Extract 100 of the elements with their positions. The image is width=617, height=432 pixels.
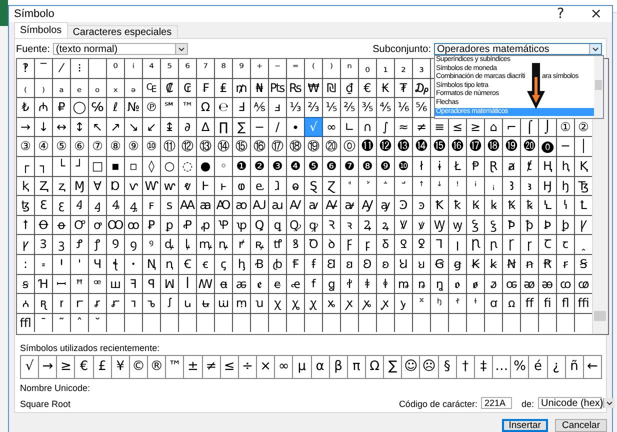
symbol-cell[interactable]: Ɐ	[89, 176, 106, 196]
symbol-cell[interactable]: ∟	[341, 118, 358, 136]
symbol-cell[interactable]: ﬃ	[575, 294, 592, 313]
symbol-cell[interactable]: ▫	[125, 156, 142, 176]
symbol-cell[interactable]: ꭀ	[503, 274, 520, 294]
symbol-cell[interactable]: Ꝥ	[503, 216, 520, 234]
symbol-cell[interactable]: ⅍	[251, 98, 268, 117]
symbol-cell[interactable]: ɨ	[431, 156, 448, 176]
symbol-cell[interactable]: ≠	[413, 118, 430, 136]
symbol-cell[interactable]: ❺	[305, 156, 322, 176]
recent-symbol-cell[interactable]: ∑	[384, 355, 402, 379]
symbol-cell[interactable]: ⓿	[539, 137, 556, 156]
symbol-cell[interactable]: ₁	[377, 59, 394, 78]
symbol-cell[interactable]: ꬴ	[287, 274, 304, 294]
symbol-cell[interactable]: ꬷ	[341, 274, 358, 294]
symbol-cell[interactable]: ꜳ	[197, 196, 214, 215]
symbol-cell[interactable]: ⱶ	[215, 176, 232, 196]
symbol-cell[interactable]: Ꝍ	[71, 216, 88, 234]
dropdown-caret-icon[interactable]	[174, 44, 187, 54]
symbol-cell[interactable]: ❼	[341, 156, 358, 176]
symbol-cell[interactable]: Ꝿ	[395, 235, 412, 254]
symbol-cell[interactable]: ꭋ	[125, 294, 142, 313]
symbol-cell[interactable]: ꞉	[17, 254, 34, 274]
symbol-cell[interactable]: ⓬	[377, 137, 394, 156]
symbol-cell[interactable]: Ᵽ	[467, 156, 484, 176]
recent-symbol-cell[interactable]: α	[312, 355, 330, 379]
recent-symbol-cell[interactable]: ←	[584, 355, 602, 379]
symbol-cell[interactable]: ∙	[287, 118, 304, 136]
symbol-cell[interactable]: ₃	[413, 59, 430, 78]
symbol-cell[interactable]: ⁷	[197, 59, 214, 78]
symbol-cell[interactable]: ꝛ	[341, 216, 358, 234]
symbol-cell[interactable]: ₥	[233, 78, 250, 98]
symbol-cell[interactable]: ꝁ	[449, 196, 466, 215]
symbol-cell[interactable]: Ꝫ	[35, 235, 52, 254]
symbol-cell[interactable]: ⁽	[305, 59, 322, 78]
symbol-cell[interactable]: ⑯	[251, 137, 268, 156]
symbol-cell[interactable]: Ꝉ	[575, 196, 592, 215]
symbol-cell[interactable]: Ꝟ	[395, 216, 412, 234]
symbol-cell[interactable]: ꝓ	[197, 216, 214, 234]
symbol-cell[interactable]: ₭	[377, 78, 394, 98]
symbol-cell[interactable]: Ꞃ	[467, 235, 484, 254]
symbol-cell[interactable]: ꭥ	[503, 294, 520, 313]
symbol-cell[interactable]: ⓱	[467, 137, 484, 156]
symbol-cell[interactable]: Ⱳ	[143, 176, 160, 196]
symbol-cell[interactable]: ˘	[89, 314, 106, 332]
symbol-cell[interactable]: ꝍ	[89, 216, 106, 234]
recent-symbol-cell[interactable]: Ω	[366, 355, 384, 379]
symbol-cell[interactable]: ꭚ	[395, 294, 412, 313]
symbol-cell[interactable]: ↨	[161, 118, 178, 136]
symbol-cell[interactable]: ∆	[197, 118, 214, 136]
symbol-cell[interactable]: ⁄	[53, 59, 70, 78]
symbol-cell[interactable]: ꜩ	[17, 196, 34, 215]
symbol-cell[interactable]: ⅖	[341, 98, 358, 117]
symbol-cell[interactable]: ₢	[179, 78, 196, 98]
symbol-cell[interactable]: ꜷ	[269, 196, 286, 215]
recent-symbol-cell[interactable]: %	[511, 355, 530, 379]
symbol-cell[interactable]: Ɒ	[107, 176, 124, 196]
symbol-cell[interactable]: ꞗ	[269, 254, 286, 274]
symbol-cell[interactable]: Ꝗ	[251, 216, 268, 234]
symbol-cell[interactable]: ˉ	[35, 314, 52, 332]
symbol-cell[interactable]: €	[359, 78, 376, 98]
recent-symbol-cell[interactable]: ☺	[402, 355, 420, 379]
symbol-cell[interactable]: ⁼	[287, 59, 304, 78]
symbol-cell[interactable]: ꝃ	[485, 196, 502, 215]
symbol-cell[interactable]: ꞥ	[521, 254, 538, 274]
symbol-cell[interactable]: ₣	[197, 78, 214, 98]
symbol-cell[interactable]: ꭔ	[287, 294, 304, 313]
symbol-cell[interactable]: ꞌ	[71, 254, 88, 274]
symbol-cell[interactable]: ⁰	[107, 59, 124, 78]
symbol-cell[interactable]: ∑	[233, 118, 250, 136]
symbol-cell[interactable]: ꝇ	[557, 196, 574, 215]
symbol-cell[interactable]: ꝼ	[359, 235, 376, 254]
recent-symbol-cell[interactable]: ±	[184, 355, 203, 379]
symbol-cell[interactable]: Ꞓ	[179, 254, 196, 274]
symbol-cell[interactable]: Ꞛ	[323, 254, 340, 274]
symbol-cell[interactable]: ꜜ	[431, 176, 448, 196]
symbol-cell[interactable]: ₺	[17, 98, 34, 117]
symbol-cell[interactable]: ₪	[323, 78, 340, 98]
recent-symbol-cell[interactable]: ‡	[474, 355, 494, 379]
symbol-cell[interactable]: Ⅎ	[233, 98, 250, 117]
symbol-cell[interactable]: ꜿ	[413, 196, 430, 215]
recent-symbol-cell[interactable]: ¿	[548, 355, 566, 379]
symbol-cell[interactable]: ⑱	[287, 137, 304, 156]
symbol-cell[interactable]: Ꜳ	[179, 196, 196, 215]
symbol-cell[interactable]: ⱴ	[179, 176, 196, 196]
symbol-cell[interactable]: │	[575, 137, 592, 156]
symbol-cell[interactable]: Ꜿ	[395, 196, 412, 215]
recent-symbol-cell[interactable]: π	[348, 355, 366, 379]
symbol-cell[interactable]: Ꝓ	[179, 216, 196, 234]
symbol-cell[interactable]: Ꝩ	[575, 216, 592, 234]
symbol-cell[interactable]: ꜻ	[341, 196, 358, 215]
dropdown-caret-icon[interactable]	[603, 398, 616, 408]
scrollbar[interactable]	[594, 56, 603, 118]
symbol-cell[interactable]: ꭇ	[53, 294, 70, 313]
symbol-cell[interactable]: ⱪ	[17, 176, 34, 196]
symbol-cell[interactable]: ⑩	[143, 137, 160, 156]
symbol-cell[interactable]: ₼	[35, 98, 52, 117]
symbol-cell[interactable]: ◯	[71, 98, 88, 117]
symbol-cell[interactable]: ┐	[35, 156, 52, 176]
dropdown-caret-icon[interactable]	[589, 44, 601, 54]
